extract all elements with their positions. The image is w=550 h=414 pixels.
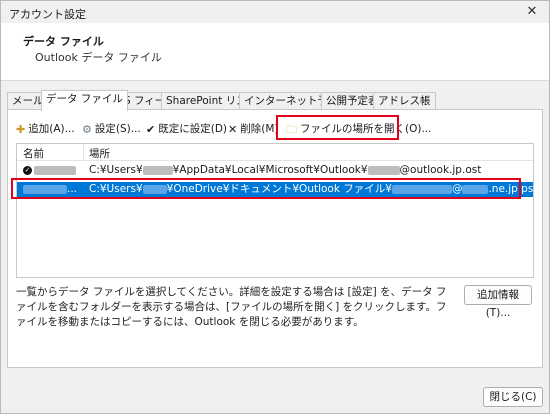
set-default-button[interactable]: ✔ 既定に設定(D) bbox=[146, 120, 227, 138]
selected-row-highlight-box bbox=[11, 178, 521, 199]
tab-data-files[interactable]: データ ファイル bbox=[41, 90, 128, 111]
settings-icon: ⚙ bbox=[82, 122, 92, 136]
account-settings-window: アカウント設定 ✕ データ ファイル Outlook データ ファイル メール … bbox=[0, 0, 550, 414]
delete-button[interactable]: ✕ 削除(M) bbox=[228, 120, 278, 138]
open-location-highlight-box bbox=[276, 115, 399, 140]
column-divider bbox=[83, 144, 84, 160]
list-header: 名前 場所 bbox=[17, 144, 533, 161]
header-panel: データ ファイル Outlook データ ファイル bbox=[1, 23, 549, 81]
row-location: C:¥Users¥ ¥AppData¥Local¥Microsoft¥Outloo… bbox=[89, 164, 482, 176]
list-row[interactable]: ✓ C:¥Users¥ ¥AppData¥Local¥Microsoft¥Outl… bbox=[17, 163, 533, 178]
delete-button-label: 削除(M) bbox=[240, 123, 279, 135]
column-header-location[interactable]: 場所 bbox=[89, 146, 110, 161]
header-subtitle: Outlook データ ファイル bbox=[35, 51, 162, 64]
row-name: ✓ bbox=[23, 163, 83, 178]
more-info-button[interactable]: 追加情報(T)... bbox=[464, 285, 532, 319]
add-button-label: 追加(A)... bbox=[28, 123, 75, 135]
default-check-icon: ✓ bbox=[23, 165, 32, 175]
close-button[interactable]: 閉じる(C) bbox=[483, 387, 543, 407]
add-icon: ✚ bbox=[16, 122, 26, 136]
settings-button-label: 設定(S)... bbox=[94, 123, 141, 135]
window-close-icon[interactable]: ✕ bbox=[521, 3, 543, 21]
set-default-button-label: 既定に設定(D) bbox=[158, 123, 227, 135]
data-file-list[interactable]: 名前 場所 ✓ C:¥Users¥ ¥AppData¥Local¥Microsof… bbox=[11, 143, 537, 278]
settings-button[interactable]: ⚙ 設定(S)... bbox=[82, 120, 141, 138]
delete-icon: ✕ bbox=[228, 122, 238, 136]
column-header-name[interactable]: 名前 bbox=[23, 146, 44, 161]
redacted-username bbox=[142, 165, 173, 175]
title-bar: アカウント設定 ✕ bbox=[1, 1, 549, 23]
checkmark-icon: ✔ bbox=[146, 122, 156, 136]
data-files-panel: ✚ 追加(A)... ⚙ 設定(S)... ✔ 既定に設定(D) ✕ 削除(M)… bbox=[7, 109, 543, 368]
tab-address-books[interactable]: アドレス帳 bbox=[373, 92, 436, 110]
header-title: データ ファイル bbox=[23, 35, 104, 48]
instruction-text: 一覧からデータ ファイルを選択してください。詳細を設定する場合は [設定] を、… bbox=[16, 286, 447, 328]
window-title: アカウント設定 bbox=[9, 8, 86, 21]
add-button[interactable]: ✚ 追加(A)... bbox=[16, 120, 75, 138]
redacted-account bbox=[367, 165, 400, 175]
redacted-name bbox=[34, 165, 76, 175]
